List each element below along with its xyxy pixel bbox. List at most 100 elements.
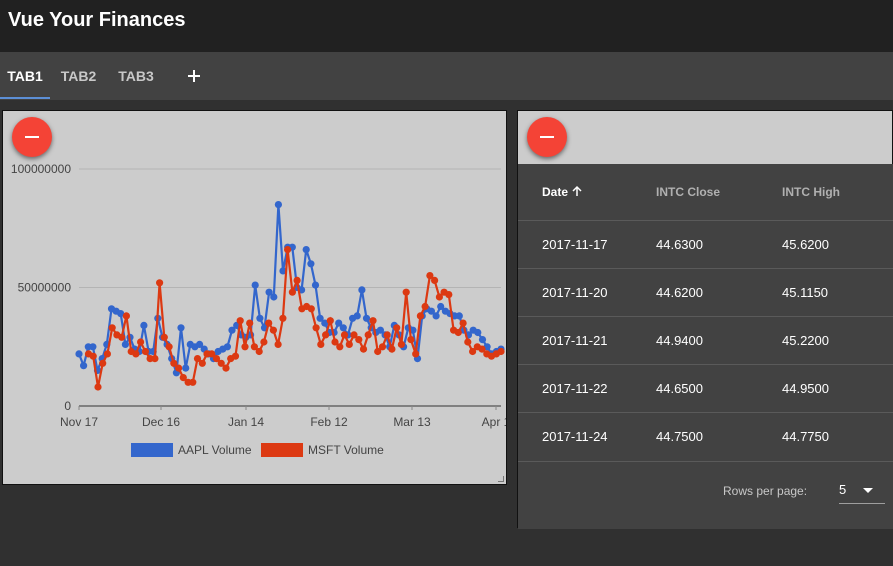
x-tick-label: Jan 14 <box>228 415 264 429</box>
x-tick-label: Dec 16 <box>142 415 180 429</box>
data-point <box>358 286 366 294</box>
data-point <box>353 312 361 320</box>
data-point <box>307 305 315 313</box>
data-point <box>312 324 320 332</box>
cell-date: 2017-11-17 <box>542 237 608 252</box>
data-point <box>160 333 168 341</box>
app-header: Vue Your Finances <box>0 0 893 52</box>
legend-swatch <box>261 443 303 457</box>
data-point <box>189 378 197 386</box>
data-point <box>279 314 287 322</box>
data-point <box>497 347 505 356</box>
data-point <box>474 328 482 337</box>
data-point <box>260 338 268 346</box>
data-point <box>378 343 387 351</box>
tab-1[interactable]: TAB1 <box>0 52 50 100</box>
data-point <box>241 343 249 351</box>
cell-intc-high: 44.7750 <box>782 429 829 444</box>
x-tick-label: Feb 12 <box>310 415 348 429</box>
data-point <box>288 288 296 296</box>
data-point <box>182 364 190 372</box>
data-point <box>322 331 330 339</box>
data-point <box>94 383 102 391</box>
data-point <box>236 317 244 325</box>
data-point <box>175 364 183 372</box>
data-point <box>407 336 415 344</box>
chart-card: 0 50000000 100000000 Nov 17 Dec 16 Jan 14 Feb … <box>2 110 507 485</box>
table-row: 2017-11-22 44.6500 44.9500 <box>518 364 893 412</box>
column-header-date[interactable]: Date <box>542 164 583 220</box>
data-point <box>402 288 410 296</box>
data-point <box>364 331 372 339</box>
table-row: 2017-11-21 44.9400 45.2200 <box>518 316 893 364</box>
chevron-down-icon <box>863 488 873 493</box>
x-tick-label: Nov 17 <box>60 415 98 429</box>
remove-table-button[interactable] <box>527 117 567 157</box>
data-point <box>132 350 140 358</box>
plus-icon <box>188 70 200 82</box>
data-point <box>416 312 424 320</box>
data-point <box>251 281 259 289</box>
data-point <box>454 328 462 337</box>
cell-intc-close: 44.6500 <box>656 381 703 396</box>
data-point <box>80 362 88 370</box>
data-point <box>388 345 396 353</box>
rows-per-page-select[interactable]: 5 <box>839 482 885 504</box>
column-header-intc-close[interactable]: INTC Close <box>656 164 720 220</box>
cell-intc-high: 45.6200 <box>782 237 829 252</box>
data-point <box>345 340 353 348</box>
table-row: 2017-11-20 44.6200 45.1150 <box>518 268 893 316</box>
remove-chart-button[interactable] <box>12 117 52 157</box>
resize-handle[interactable] <box>498 476 504 482</box>
data-point <box>478 336 487 344</box>
data-point <box>118 333 126 341</box>
data-point <box>311 281 320 289</box>
y-tick-label: 50000000 <box>18 281 72 295</box>
table-row: 2017-11-24 44.7500 44.7750 <box>518 412 893 460</box>
cell-intc-high: 44.9500 <box>782 381 829 396</box>
data-point <box>336 343 344 351</box>
x-tick-label: Apr 1 <box>482 415 506 429</box>
data-point <box>75 350 83 358</box>
app-title: Vue Your Finances <box>8 9 186 31</box>
data-point <box>140 321 148 329</box>
data-point <box>383 331 391 339</box>
data-point <box>255 347 263 356</box>
legend-label: AAPL Volume <box>178 443 252 457</box>
cell-intc-high: 45.1150 <box>782 285 829 300</box>
rows-per-page-value: 5 <box>839 482 847 497</box>
data-point <box>340 331 349 339</box>
cell-date: 2017-11-21 <box>542 333 608 348</box>
data-point <box>355 336 363 344</box>
add-tab-button[interactable] <box>183 65 205 87</box>
tab-3[interactable]: TAB3 <box>107 52 165 100</box>
legend-swatch <box>131 443 173 457</box>
data-point <box>108 324 116 332</box>
data-point <box>326 317 334 325</box>
data-point <box>137 338 145 346</box>
tab-2[interactable]: TAB2 <box>50 52 107 100</box>
data-point <box>339 324 347 332</box>
data-point <box>445 291 453 299</box>
data-point <box>431 276 439 284</box>
data-point <box>121 340 129 348</box>
data-point <box>103 350 111 358</box>
column-header-intc-high[interactable]: INTC High <box>782 164 840 220</box>
data-point <box>231 352 240 360</box>
rows-per-page-label: Rows per page: <box>723 484 808 498</box>
minus-icon <box>25 136 39 138</box>
tab-bar: TAB1 TAB2 TAB3 <box>0 52 893 100</box>
data-point <box>393 324 401 332</box>
data-point <box>151 355 159 363</box>
cell-intc-high: 45.2200 <box>782 333 829 348</box>
data-point <box>359 345 368 353</box>
data-point <box>293 276 301 284</box>
data-point <box>89 343 97 351</box>
data-point <box>156 279 164 287</box>
data-point <box>464 338 472 346</box>
data-point <box>269 326 277 334</box>
minus-icon <box>540 136 554 138</box>
legend-label: MSFT Volume <box>308 443 384 457</box>
data-point <box>89 352 97 360</box>
table-footer: Rows per page: 5 <box>518 461 893 521</box>
